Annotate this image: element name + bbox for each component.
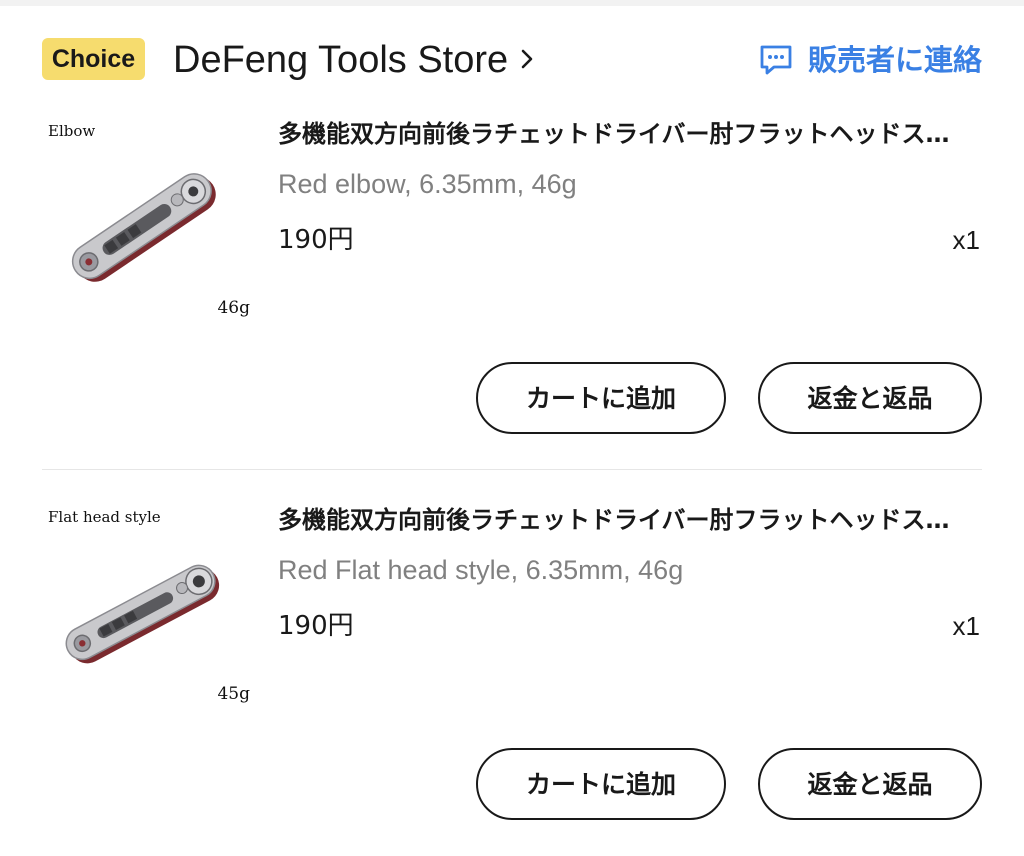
order-item: Flat head style 45g 多機能双方向前後ラチェットドライバー肘フ… xyxy=(42,498,982,828)
add-to-cart-button[interactable]: カートに追加 xyxy=(476,362,726,434)
product-title[interactable]: 多機能双方向前後ラチェットドライバー肘フラットヘッドスタイル xyxy=(278,114,968,154)
product-thumbnail[interactable]: Flat head style 45g xyxy=(42,498,254,714)
store-header: Choice DeFeng Tools Store 販売者に連絡 xyxy=(42,36,982,84)
thumbnail-caption: Flat head style xyxy=(48,508,161,526)
product-title[interactable]: 多機能双方向前後ラチェットドライバー肘フラットヘッドスタイル xyxy=(278,500,968,540)
item-divider xyxy=(42,469,982,470)
contact-seller-label: 販売者に連絡 xyxy=(807,43,982,77)
product-variant: Red elbow, 6.35mm, 46g xyxy=(278,169,577,199)
product-price: 190円 xyxy=(278,611,354,641)
product-quantity: x1 xyxy=(952,611,980,641)
refund-return-button[interactable]: 返金と返品 xyxy=(758,748,982,820)
product-thumbnail[interactable]: Elbow 46g xyxy=(42,112,254,328)
thumbnail-caption: Elbow xyxy=(48,122,96,140)
store-name-link[interactable]: DeFeng Tools Store xyxy=(173,36,534,84)
thumbnail-weight: 45g xyxy=(217,684,250,704)
order-item: Elbow 46g 多機能双方向前後ラチェットドライバー肘フラットヘッドスタイル… xyxy=(42,112,982,442)
thumbnail-weight: 46g xyxy=(217,298,250,318)
product-quantity: x1 xyxy=(952,225,980,255)
contact-seller-button[interactable]: 販売者に連絡 xyxy=(758,38,982,82)
product-price: 190円 xyxy=(278,225,354,255)
refund-return-button[interactable]: 返金と返品 xyxy=(758,362,982,434)
ratchet-flat-head-image xyxy=(65,564,220,664)
add-to-cart-button[interactable]: カートに追加 xyxy=(476,748,726,820)
store-name: DeFeng Tools Store xyxy=(173,39,509,81)
message-icon xyxy=(760,45,792,75)
ratchet-elbow-image xyxy=(71,173,216,282)
product-variant: Red Flat head style, 6.35mm, 46g xyxy=(278,555,684,585)
top-divider-strip xyxy=(0,0,1024,6)
chevron-right-icon xyxy=(521,49,533,69)
choice-badge: Choice xyxy=(42,38,145,80)
